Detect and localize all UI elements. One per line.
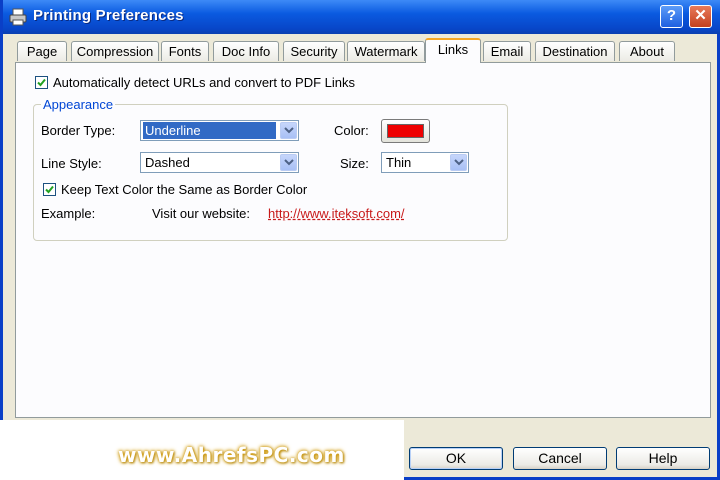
color-swatch xyxy=(387,124,424,138)
printer-icon xyxy=(9,8,27,26)
auto-detect-label: Automatically detect URLs and convert to… xyxy=(53,75,356,90)
tab-watermark[interactable]: Watermark xyxy=(347,41,425,61)
chevron-down-icon xyxy=(284,159,294,166)
checkmark-icon xyxy=(45,185,54,194)
tab-doc-info[interactable]: Doc Info xyxy=(213,41,279,61)
size-dropdown-button[interactable] xyxy=(450,154,467,171)
chevron-down-icon xyxy=(454,159,464,166)
tab-email[interactable]: Email xyxy=(483,41,531,61)
line-style-select[interactable]: Dashed xyxy=(140,152,299,173)
tab-about[interactable]: About xyxy=(619,41,675,61)
color-picker-button[interactable] xyxy=(381,119,430,143)
checkmark-icon xyxy=(37,78,46,87)
watermark-text: www.AhrefsPC.com xyxy=(118,443,345,467)
window-title: Printing Preferences xyxy=(33,7,184,24)
line-style-value: Dashed xyxy=(145,155,190,170)
color-label: Color: xyxy=(334,123,369,138)
line-style-dropdown-button[interactable] xyxy=(280,154,297,171)
size-label: Size: xyxy=(340,156,369,171)
appearance-group-title: Appearance xyxy=(41,97,116,112)
tab-security[interactable]: Security xyxy=(283,41,345,61)
border-type-dropdown-button[interactable] xyxy=(280,122,297,139)
example-link[interactable]: http://www.iteksoft.com/ xyxy=(268,206,405,221)
tab-destination[interactable]: Destination xyxy=(535,41,615,61)
size-value: Thin xyxy=(386,155,412,170)
border-type-label: Border Type: xyxy=(41,123,116,138)
ok-button[interactable]: OK xyxy=(409,447,503,470)
help-button[interactable]: Help xyxy=(616,447,710,470)
tab-page[interactable]: Page xyxy=(17,41,67,61)
cancel-button[interactable]: Cancel xyxy=(513,447,607,470)
chevron-down-icon xyxy=(284,127,294,134)
size-select[interactable]: Thin xyxy=(381,152,469,173)
example-label: Example: xyxy=(41,206,96,221)
example-text: Visit our website: xyxy=(152,206,251,221)
printing-preferences-window: Printing Preferences ? ✕ Page Compressio… xyxy=(0,0,720,480)
title-help-button[interactable]: ? xyxy=(660,5,683,28)
border-type-value: Underline xyxy=(143,122,276,139)
auto-detect-checkbox[interactable] xyxy=(35,76,48,89)
keep-color-label: Keep Text Color the Same as Border Color xyxy=(61,182,308,197)
tab-links[interactable]: Links xyxy=(425,38,481,63)
tab-compression[interactable]: Compression xyxy=(71,41,159,61)
keep-color-checkbox[interactable] xyxy=(43,183,56,196)
line-style-label: Line Style: xyxy=(41,156,102,171)
border-type-select[interactable]: Underline xyxy=(140,120,299,141)
title-bar[interactable]: Printing Preferences ? ✕ xyxy=(3,0,720,34)
close-button[interactable]: ✕ xyxy=(689,5,712,28)
tab-fonts[interactable]: Fonts xyxy=(161,41,209,61)
